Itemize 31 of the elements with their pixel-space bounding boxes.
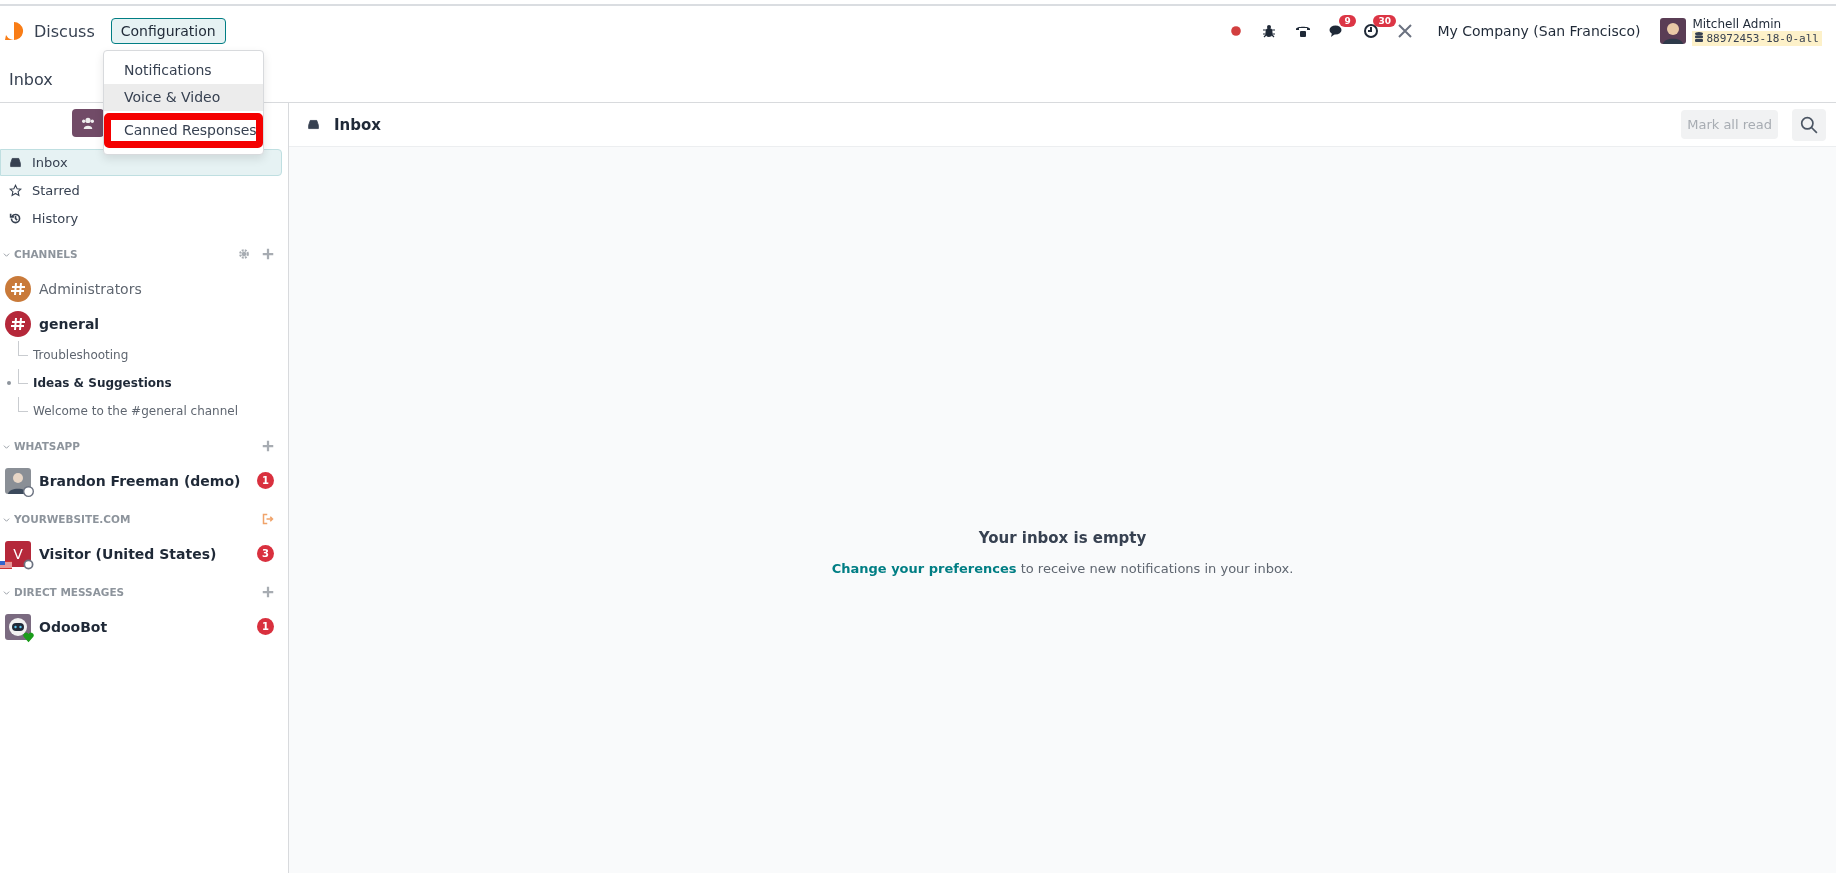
conversation-name[interactable]: OdooBot bbox=[39, 618, 249, 635]
thread-name[interactable]: Ideas & Suggestions bbox=[33, 376, 172, 390]
mailbox-label: Inbox bbox=[32, 155, 68, 170]
mailbox-label: Starred bbox=[32, 183, 80, 198]
menu-item[interactable]: Notifications bbox=[104, 57, 263, 84]
conversation-name[interactable]: Visitor (United States) bbox=[39, 545, 249, 562]
mailbox-item[interactable]: Starred bbox=[0, 177, 282, 204]
menu-item[interactable]: Canned Responses bbox=[104, 113, 263, 148]
database-name: 88972453-18-0-all bbox=[1692, 30, 1822, 46]
thread-name[interactable]: Troubleshooting bbox=[33, 348, 129, 362]
counter-badge: 9 bbox=[1339, 15, 1356, 27]
visitor-avatar: V bbox=[5, 540, 31, 567]
user-name: Mitchell Admin bbox=[1692, 16, 1783, 31]
unread-counter: 1 bbox=[257, 618, 274, 635]
menu-button[interactable]: Configuration bbox=[110, 18, 226, 44]
company-name[interactable]: My Company (San Francisco) bbox=[1437, 23, 1641, 39]
counter-badge: 30 bbox=[1373, 15, 1396, 27]
unread-counter: 3 bbox=[257, 545, 274, 562]
mailbox-label: History bbox=[32, 211, 79, 226]
app-name[interactable]: Discuss bbox=[34, 21, 95, 41]
thread-name[interactable]: Welcome to the #general channel bbox=[33, 404, 239, 418]
menu-item[interactable]: Voice & Video bbox=[104, 84, 263, 111]
conversation-name[interactable]: Brandon Freeman (demo) bbox=[39, 472, 249, 489]
empty-message: Change your preferences to receive new notifications in your inbox. bbox=[831, 560, 1294, 576]
mailbox-item[interactable]: History bbox=[0, 205, 282, 232]
empty-title: Your inbox is empty bbox=[978, 528, 1147, 547]
thread-title: Inbox bbox=[334, 115, 382, 134]
preferences-link[interactable]: Change your preferences bbox=[831, 560, 1017, 576]
conversation-name[interactable]: general bbox=[39, 315, 274, 332]
conversation-name[interactable]: Administrators bbox=[39, 280, 274, 297]
unread-counter: 1 bbox=[257, 472, 274, 489]
